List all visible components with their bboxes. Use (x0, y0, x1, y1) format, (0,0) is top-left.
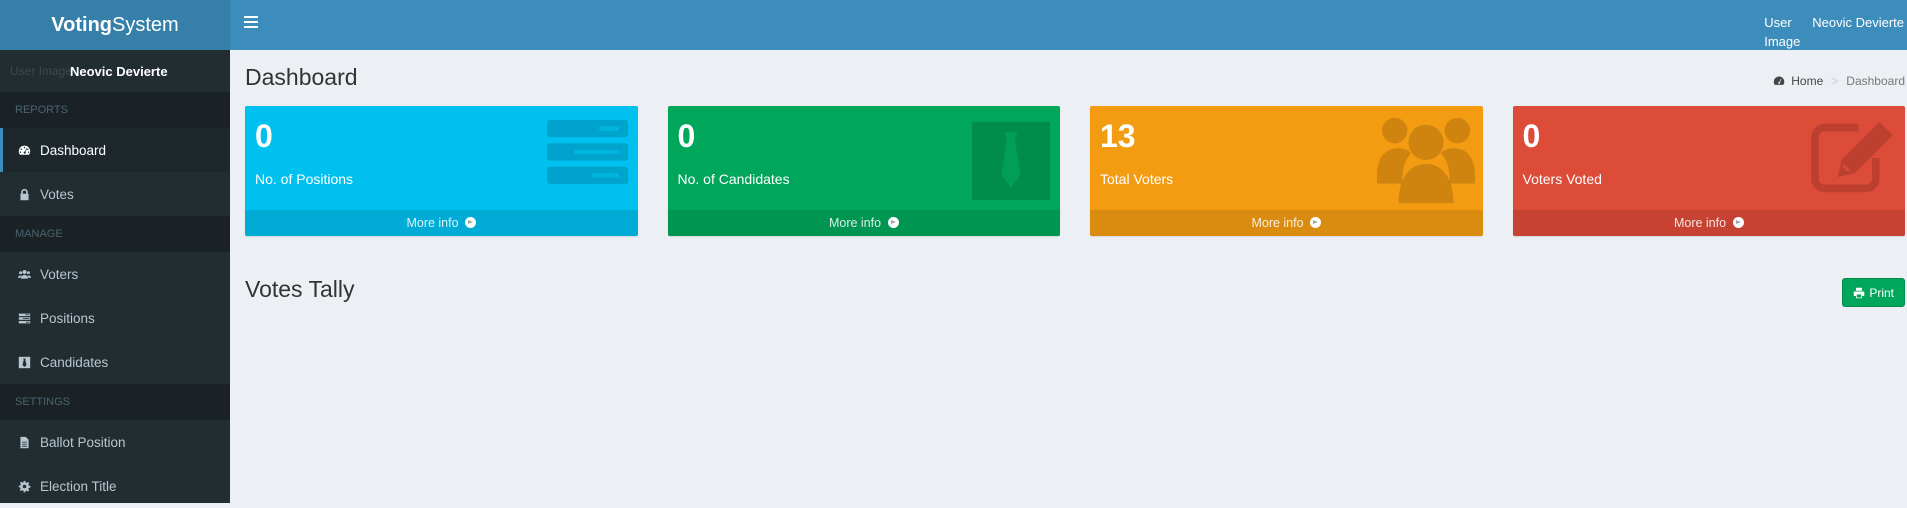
top-navbar: User Image Neovic Devierte (230, 0, 1907, 50)
sidebar-user-image-alt: User Image (10, 64, 73, 78)
app-logo[interactable]: Voting System (0, 0, 230, 50)
print-icon (1854, 287, 1865, 298)
user-menu[interactable]: User Image Neovic Devierte (1764, 15, 1904, 51)
sidebar-item-label: Voters (40, 266, 79, 282)
page-title: Dashboard (245, 64, 358, 90)
cog-icon (18, 480, 40, 493)
topbar-user-name: Neovic Devierte (1812, 15, 1904, 30)
user-image-alt: User Image (1764, 15, 1801, 49)
sidebar-item-ballot-position[interactable]: Ballot Position (0, 420, 230, 464)
stat-label: Voters Voted (1522, 171, 1602, 187)
sidebar: User Image Neovic Devierte REPORTS Dashb… (0, 50, 230, 503)
stat-label: Total Voters (1100, 171, 1174, 187)
stat-box-voters-voted: 0 Voters Voted More info (1512, 106, 1905, 236)
arrow-circle-right-icon (887, 217, 899, 228)
sidebar-item-voters[interactable]: Voters (0, 252, 230, 296)
sidebar-item-label: Candidates (40, 354, 109, 370)
sidebar-item-candidates[interactable]: Candidates (0, 340, 230, 384)
breadcrumb-current: Dashboard (1846, 74, 1905, 88)
stat-value: 0 (1522, 118, 1541, 154)
sidebar-header-settings: SETTINGS (0, 384, 230, 420)
stat-value: 0 (677, 118, 696, 154)
file-text-icon (18, 436, 40, 449)
arrow-circle-right-icon (465, 217, 477, 228)
lock-icon (18, 188, 40, 201)
sidebar-toggle-icon[interactable] (244, 16, 258, 30)
breadcrumb-separator: > (1831, 74, 1839, 88)
more-info-link[interactable]: More info (245, 210, 638, 236)
more-info-label: More info (406, 216, 459, 230)
sidebar-item-label: Ballot Position (40, 434, 126, 450)
sidebar-item-election-title[interactable]: Election Title (0, 464, 230, 508)
stat-value: 0 (255, 118, 273, 154)
tasks-icon (546, 120, 628, 184)
main-content: Dashboard Home > Dashboard 0 No. of Posi… (230, 50, 1907, 503)
black-tie-icon (972, 122, 1050, 200)
breadcrumb: Home > Dashboard (1773, 74, 1905, 88)
dashboard-icon (18, 144, 40, 157)
print-label: Print (1869, 285, 1894, 300)
sidebar-user-panel: User Image Neovic Devierte (0, 50, 230, 92)
stat-box-total-voters: 13 Total Voters More info (1090, 106, 1483, 236)
users-icon (18, 268, 40, 281)
stat-label: No. of Positions (255, 171, 354, 187)
stat-boxes: 0 No. of Positions More info 0 No. of Ca… (245, 106, 1905, 236)
stat-box-candidates: 0 No. of Candidates More info (667, 106, 1060, 236)
more-info-label: More info (828, 216, 882, 230)
tasks-icon (18, 312, 40, 325)
stat-label: No. of Candidates (677, 171, 790, 187)
arrow-circle-right-icon (1732, 217, 1744, 228)
sidebar-item-dashboard[interactable]: Dashboard (0, 128, 230, 172)
users-icon (1376, 117, 1475, 204)
edit-icon (1811, 121, 1893, 193)
more-info-link[interactable]: More info (1090, 210, 1483, 236)
breadcrumb-home-label: Home (1791, 74, 1824, 88)
more-info-link[interactable]: More info (667, 210, 1060, 236)
sidebar-item-label: Votes (40, 186, 74, 202)
sidebar-item-label: Election Title (40, 478, 117, 494)
stat-box-positions: 0 No. of Positions More info (245, 106, 638, 236)
sidebar-item-label: Dashboard (40, 142, 107, 158)
black-tie-icon (18, 356, 40, 369)
stat-value: 13 (1100, 118, 1136, 154)
sidebar-item-positions[interactable]: Positions (0, 296, 230, 340)
logo-rest: System (112, 13, 179, 36)
breadcrumb-home[interactable]: Home (1773, 74, 1823, 88)
sidebar-header-reports: REPORTS (0, 92, 230, 128)
dashboard-icon (1774, 76, 1785, 85)
logo-bold: Voting (51, 13, 113, 36)
print-button[interactable]: Print (1842, 278, 1905, 307)
sidebar-user-name: Neovic Devierte (70, 64, 168, 79)
arrow-circle-right-icon (1310, 217, 1322, 228)
votes-tally-title: Votes Tally (245, 276, 355, 302)
sidebar-item-label: Positions (40, 310, 95, 326)
more-info-link[interactable]: More info (1512, 210, 1905, 236)
more-info-label: More info (1673, 216, 1727, 230)
sidebar-header-manage: MANAGE (0, 216, 230, 252)
sidebar-item-votes[interactable]: Votes (0, 172, 230, 216)
more-info-label: More info (1251, 216, 1304, 230)
